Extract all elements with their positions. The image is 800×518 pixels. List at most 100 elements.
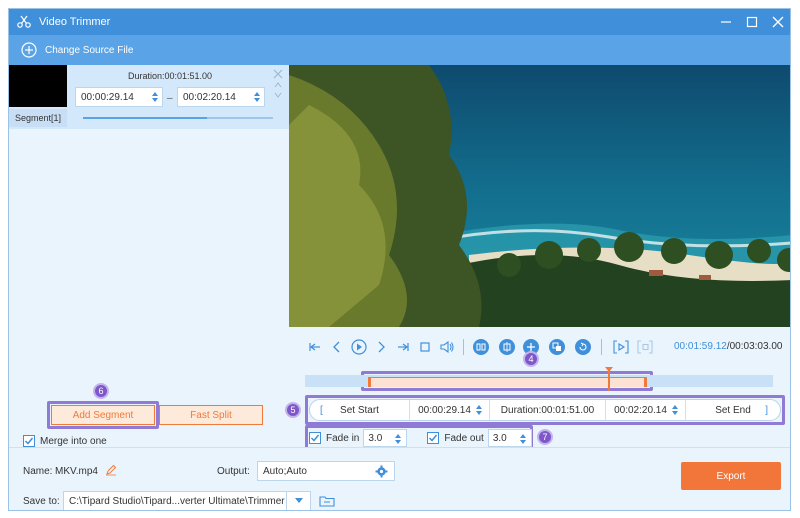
left-bracket: [ xyxy=(320,404,323,416)
trim-range-row: [ Set Start 00:00:29.14 Duration:00:01:5… xyxy=(309,399,781,421)
copy-icon xyxy=(552,342,561,351)
segment-start-input[interactable]: 00:00:29.14 xyxy=(75,87,163,107)
stepper-arrows-icon[interactable] xyxy=(151,90,159,104)
stepper-arrows-icon[interactable] xyxy=(519,432,527,446)
window-controls xyxy=(720,9,784,35)
fade-in-label: Fade in xyxy=(326,432,360,444)
start-time-value: 00:00:29.14 xyxy=(418,404,471,416)
maximize-button[interactable] xyxy=(746,16,758,28)
preview-segment-button[interactable] xyxy=(613,339,629,355)
output-settings-field[interactable]: Auto;Auto xyxy=(257,461,395,481)
chevron-right-icon xyxy=(378,341,385,353)
volume-icon xyxy=(440,340,454,354)
reset-button[interactable] xyxy=(575,339,591,355)
go-to-start-button[interactable] xyxy=(307,339,323,355)
fade-in-input[interactable]: 3.0 xyxy=(363,429,408,447)
merge-into-one-checkbox[interactable]: Merge into one xyxy=(23,435,107,447)
chevron-left-icon xyxy=(333,341,340,353)
set-start-label: Set Start xyxy=(340,404,379,416)
volume-button[interactable] xyxy=(439,339,455,355)
stepper-arrows-icon[interactable] xyxy=(253,90,261,104)
skip-end-icon xyxy=(398,343,409,351)
end-time-input[interactable]: 00:02:20.14 xyxy=(606,400,686,420)
fade-out-value: 3.0 xyxy=(492,432,507,444)
duration-display: Duration:00:01:51.00 xyxy=(490,400,606,420)
output-value: Auto;Auto xyxy=(263,465,307,477)
merge-checkbox-box[interactable] xyxy=(23,435,35,447)
set-end-button[interactable]: Set End ] xyxy=(686,400,780,420)
file-name: MKV.mp4 xyxy=(55,466,98,477)
minimize-button[interactable] xyxy=(720,16,732,28)
controls-divider xyxy=(601,339,602,355)
fade-out-checkbox[interactable] xyxy=(427,432,440,444)
trim-mode-button[interactable] xyxy=(473,339,489,355)
callout-badge-4: 4 xyxy=(523,351,539,367)
callout-badge-6: 6 xyxy=(93,383,109,399)
folder-icon xyxy=(319,496,335,507)
previous-frame-button[interactable] xyxy=(329,339,345,355)
chevron-down-icon xyxy=(294,498,303,503)
stop-icon xyxy=(420,342,430,352)
segment-end-input[interactable]: 00:02:20.14 xyxy=(177,87,265,107)
stop-preview-button[interactable] xyxy=(637,339,653,355)
set-end-label: Set End xyxy=(715,404,751,416)
close-button[interactable] xyxy=(772,16,784,28)
stepper-arrows-icon[interactable] xyxy=(671,403,679,417)
stop-button[interactable] xyxy=(417,339,433,355)
change-source-label: Change Source File xyxy=(45,44,134,56)
set-start-button[interactable]: [ Set Start xyxy=(310,400,410,420)
change-source-button[interactable]: Change Source File xyxy=(9,35,790,65)
fade-in-checkbox[interactable] xyxy=(309,432,321,444)
fade-controls: Fade in 3.0 Fade out 3.0 xyxy=(309,429,532,447)
play-bracket-icon xyxy=(613,340,629,354)
save-to-label: Save to: xyxy=(23,496,60,507)
merge-label: Merge into one xyxy=(40,435,107,447)
controls-divider xyxy=(463,339,464,355)
crop-button[interactable] xyxy=(499,339,515,355)
export-button[interactable]: Export xyxy=(681,462,781,490)
trim-controls: 00:01:59.12/00:03:03.00 4 5 [ Set Start … xyxy=(285,327,790,451)
segment-range-separator: – xyxy=(167,93,173,104)
reorder-icon[interactable] xyxy=(274,81,282,99)
add-segment-button[interactable]: Add Segment xyxy=(51,405,155,425)
callout-badge-7: 7 xyxy=(537,429,553,445)
close-segment-icon[interactable] xyxy=(273,69,283,79)
output-footer: Name: MKV.mp4 Output: Auto;Auto Save to:… xyxy=(9,447,790,510)
duration-value: Duration:00:01:51.00 xyxy=(500,404,595,416)
next-frame-button[interactable] xyxy=(373,339,389,355)
segment-end-value: 00:02:20.14 xyxy=(183,91,236,103)
fast-split-button[interactable]: Fast Split xyxy=(159,405,263,425)
rotate-icon xyxy=(579,342,587,351)
segment-card[interactable]: Segment[1] Duration:00:01:51.00 00:00:29… xyxy=(9,65,289,129)
stepper-arrows-icon[interactable] xyxy=(394,432,402,446)
fade-in-value: 3.0 xyxy=(368,432,383,444)
go-to-end-button[interactable] xyxy=(395,339,411,355)
timeline-selection-line xyxy=(369,377,645,378)
play-icon xyxy=(351,339,367,355)
total-time: 00:03:03.00 xyxy=(729,341,783,352)
stop-bracket-icon xyxy=(637,340,653,354)
split-icon xyxy=(476,343,486,351)
video-preview xyxy=(289,65,790,327)
save-path-dropdown[interactable] xyxy=(286,492,310,510)
playhead-marker[interactable] xyxy=(605,367,613,372)
callout-badge-5: 5 xyxy=(285,402,301,418)
play-button[interactable] xyxy=(351,339,367,355)
playhead[interactable] xyxy=(608,369,610,391)
open-folder-button[interactable] xyxy=(317,491,337,510)
output-label: Output: xyxy=(217,466,250,477)
stepper-arrows-icon[interactable] xyxy=(475,403,483,417)
checkmark-icon xyxy=(310,434,320,442)
edit-name-icon[interactable] xyxy=(105,464,117,476)
copy-segment-button[interactable] xyxy=(549,339,565,355)
timecode: 00:01:59.12/00:03:03.00 xyxy=(674,341,782,352)
start-time-input[interactable]: 00:00:29.14 xyxy=(410,400,490,420)
gear-icon[interactable] xyxy=(375,465,388,478)
timeline-selection[interactable] xyxy=(368,377,647,387)
segment-thumbnail xyxy=(9,65,67,107)
segment-duration: Duration:00:01:51.00 xyxy=(127,71,213,81)
title-bar: Video Trimmer xyxy=(9,9,790,35)
save-path-field[interactable]: C:\Tipard Studio\Tipard...verter Ultimat… xyxy=(63,491,311,510)
segment-progress-fill xyxy=(83,117,207,119)
fade-out-input[interactable]: 3.0 xyxy=(487,429,532,447)
